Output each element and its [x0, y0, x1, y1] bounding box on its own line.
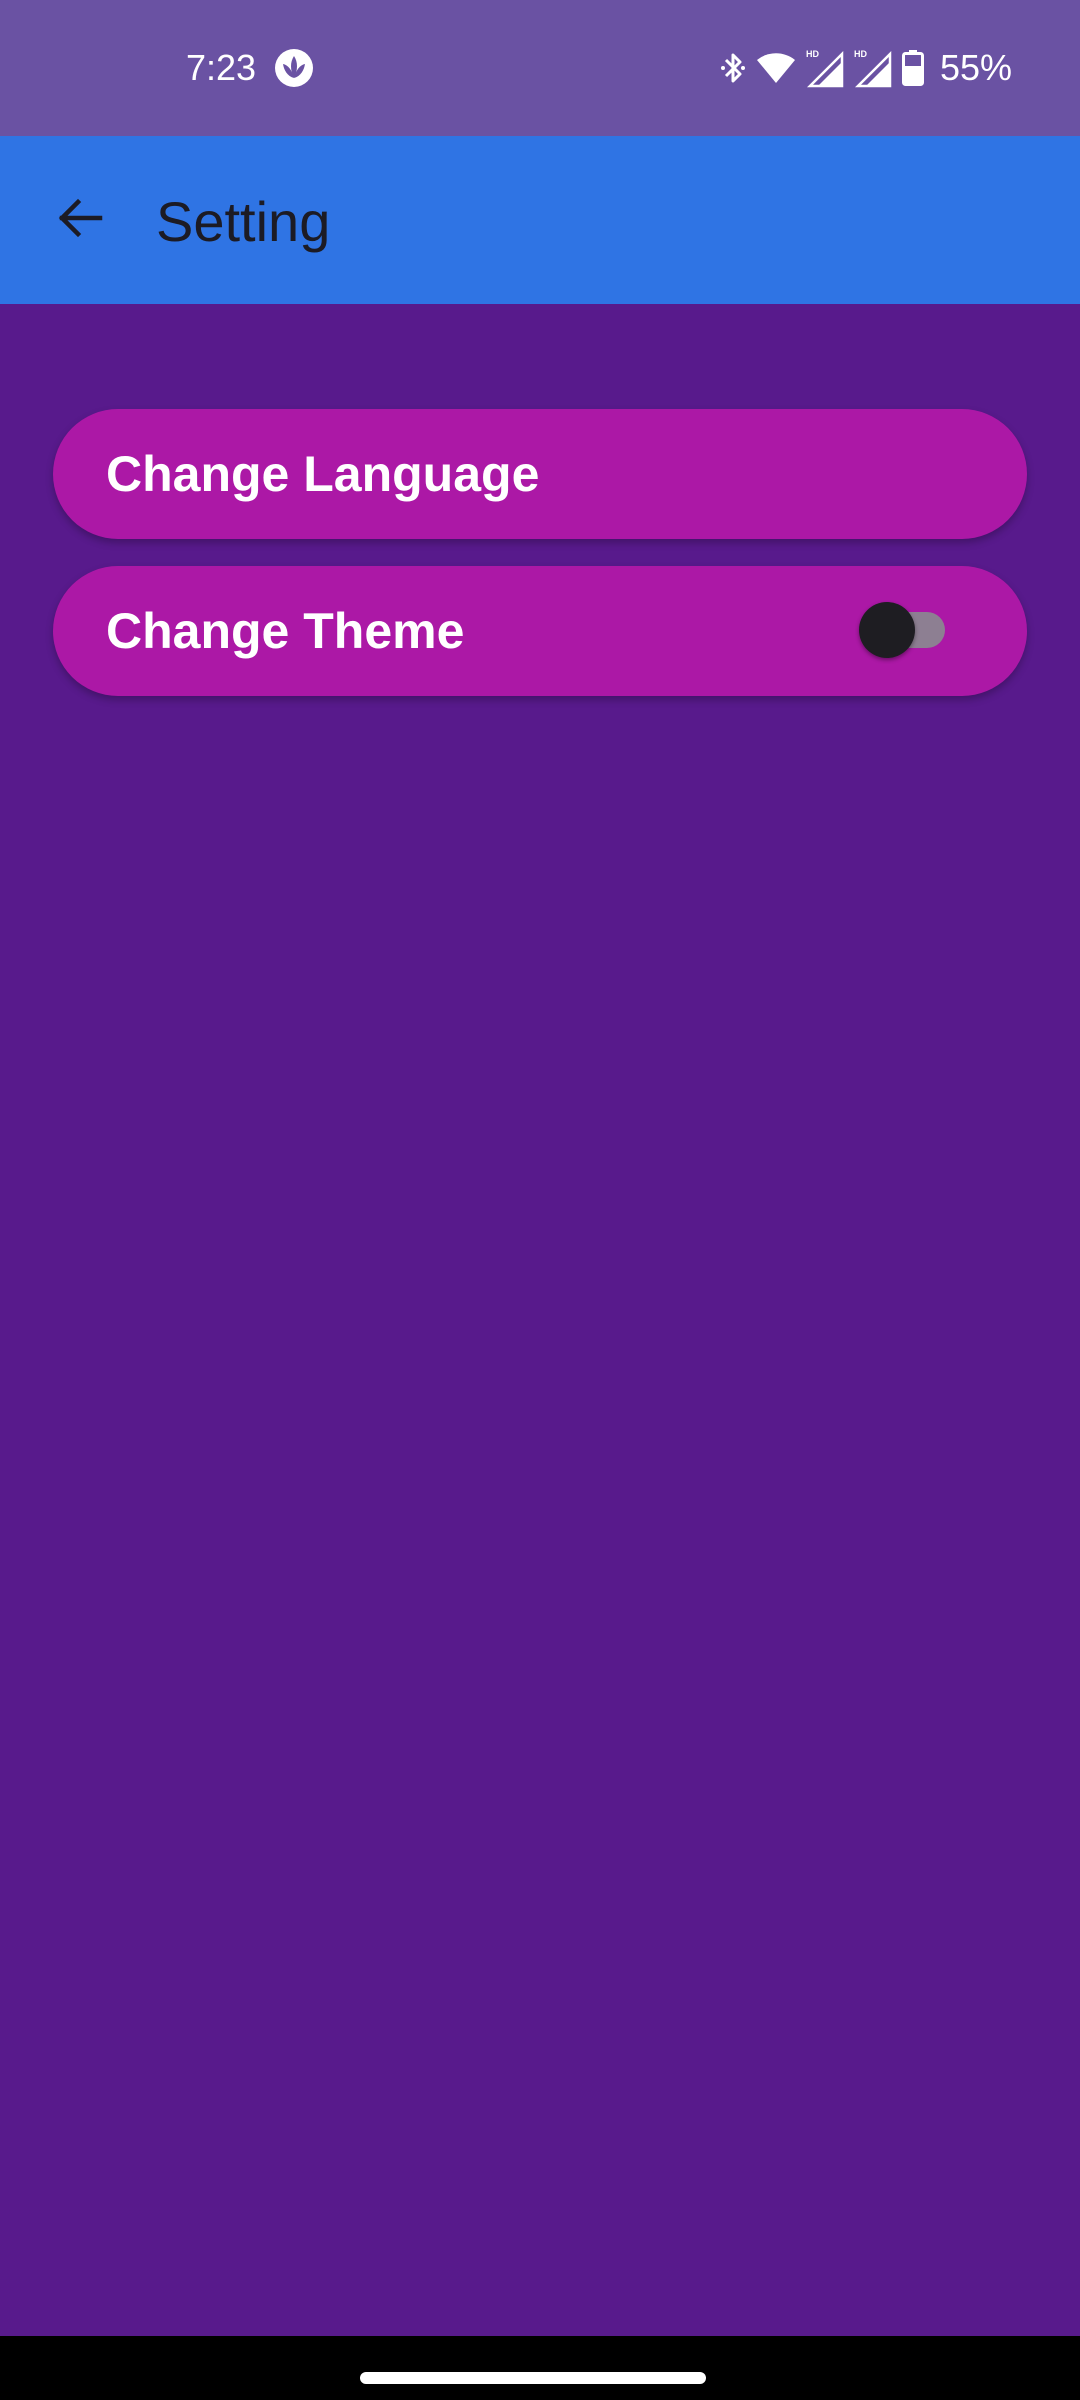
- app-bar: Setting: [0, 136, 1080, 304]
- status-time: 7:23: [186, 47, 257, 88]
- change-theme-row[interactable]: Change Theme: [53, 566, 1027, 696]
- svg-text:HD: HD: [854, 49, 867, 59]
- toggle-thumb: [859, 602, 915, 658]
- page-title: Setting: [156, 190, 331, 253]
- back-button[interactable]: [32, 172, 128, 268]
- status-icons: HD HD 55%: [720, 44, 1012, 92]
- hd-signal-icon: HD: [806, 48, 844, 88]
- wifi-icon: [756, 51, 796, 85]
- hd-signal-icon: HD: [854, 48, 892, 88]
- battery-percentage: 55%: [939, 47, 1012, 88]
- change-language-label: Change Language: [106, 446, 540, 502]
- home-indicator[interactable]: [360, 2372, 706, 2384]
- leaf-app-icon: [274, 48, 314, 88]
- bluetooth-icon: [720, 50, 746, 86]
- arrow-left-icon: [56, 194, 104, 247]
- status-bar: 7:23 HD HD 55%: [0, 0, 1080, 136]
- change-theme-label: Change Theme: [106, 603, 465, 659]
- navigation-bar: [0, 2336, 1080, 2400]
- theme-toggle[interactable]: [859, 602, 959, 658]
- svg-text:HD: HD: [806, 49, 819, 59]
- battery-icon: [901, 50, 924, 86]
- change-language-button[interactable]: Change Language: [53, 409, 1027, 539]
